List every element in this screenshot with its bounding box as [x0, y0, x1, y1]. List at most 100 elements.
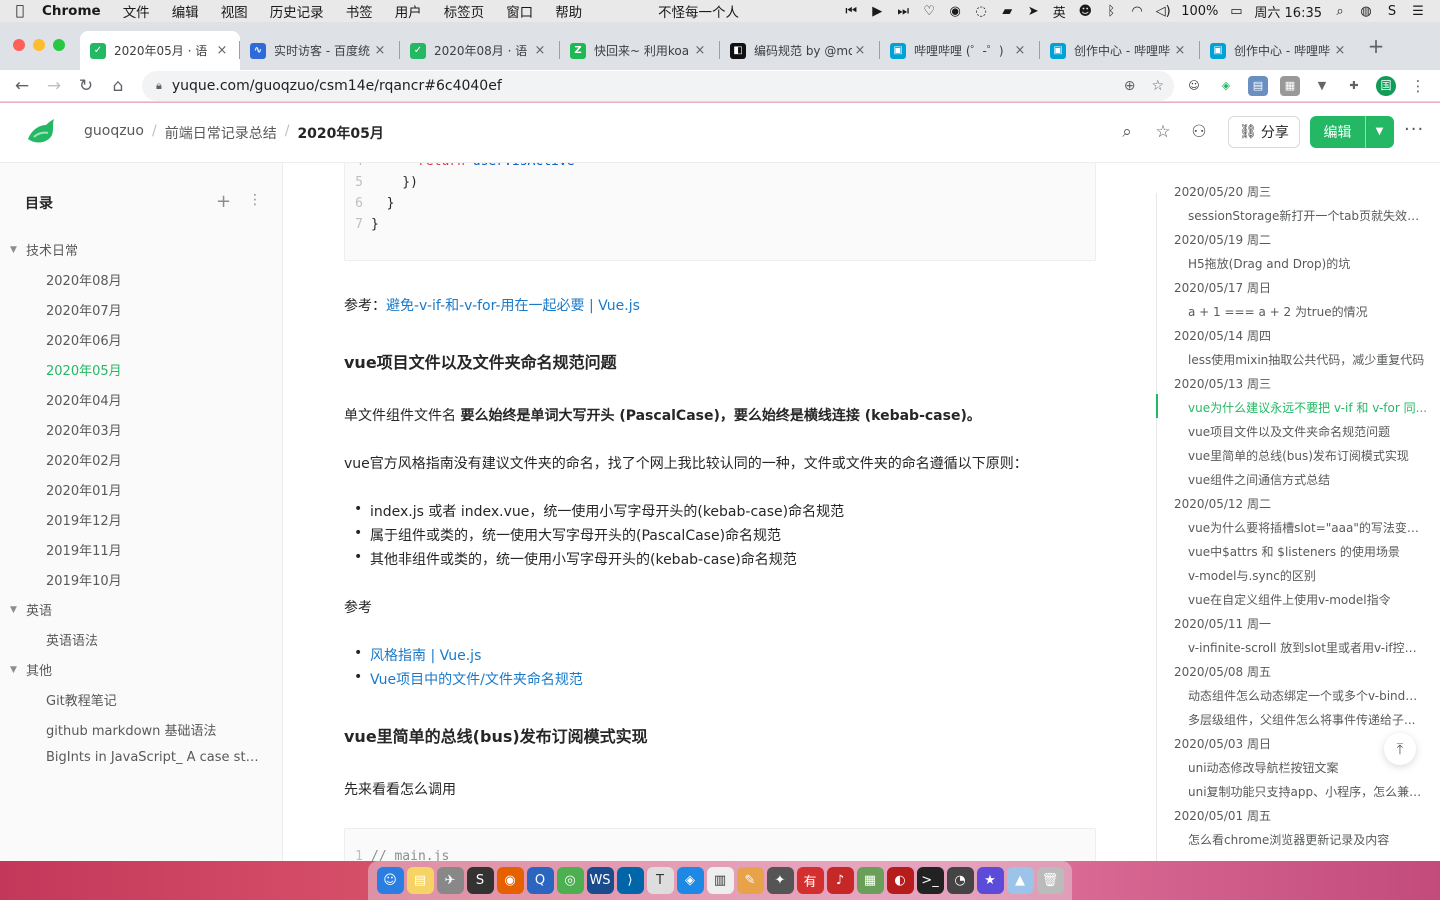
trash-icon[interactable]: 🗑︎ [1036, 867, 1064, 894]
minimize-window-button[interactable] [33, 39, 45, 51]
outline-item[interactable]: v-model与.sync的区别 [1188, 567, 1428, 584]
catalog-item[interactable]: github markdown 基础语法 [46, 720, 266, 739]
naming-guide-link[interactable]: Vue项目中的文件/文件夹命名规范 [370, 669, 583, 689]
vscode-icon[interactable]: ⟩ [616, 867, 644, 894]
menu-view[interactable]: 视图 [210, 1, 259, 21]
catalog-item[interactable]: 2020年05月 [46, 360, 266, 379]
keynote-icon[interactable]: ▲ [1006, 867, 1034, 894]
outline-item[interactable]: 动态组件怎么动态绑定一个或多个v-bind属... [1188, 687, 1428, 704]
outline-item[interactable]: 多层级组件，父组件怎么将事件传递给子... [1188, 711, 1428, 728]
preview-icon[interactable]: ▥ [706, 867, 734, 894]
outline-item[interactable]: vue组件之间通信方式总结 [1188, 471, 1428, 488]
apple-icon[interactable]:  [0, 3, 40, 19]
caret-down-icon[interactable]: ▼ [10, 605, 20, 615]
quicktime-icon[interactable]: Q [526, 867, 554, 894]
browser-tab[interactable]: ▣ 创作中心 - 哔哩哔 × [1200, 31, 1358, 70]
menu-help[interactable]: 帮助 [544, 1, 593, 21]
close-tab-icon[interactable]: × [372, 43, 388, 58]
menu-edit[interactable]: 编辑 [161, 1, 210, 21]
star-icon[interactable]: ☆ [1152, 121, 1174, 143]
sketch-pen-icon[interactable]: ✎ [736, 867, 764, 894]
catalog-group[interactable]: ▼ 英语 [10, 600, 52, 619]
outline-item[interactable]: H5拖放(Drag and Drop)的坑 [1188, 255, 1428, 272]
lock-icon[interactable]: 🔒︎ [156, 79, 162, 93]
loader-icon[interactable]: ◌ [973, 4, 989, 19]
catalog-item[interactable]: 2020年07月 [46, 300, 266, 319]
catalog-item[interactable]: 2020年03月 [46, 420, 266, 439]
code-block[interactable]: 1 // main.js [344, 828, 1096, 861]
browser-tab[interactable]: ✓ 2020年05月 · 语 × [80, 31, 240, 70]
browser-tab[interactable]: Z 快回来~ 利用koa × [560, 31, 718, 70]
profile-avatar[interactable]: 国 [1376, 76, 1396, 96]
outline-item[interactable]: vue里简单的总线(bus)发布订阅模式实现 [1188, 447, 1428, 464]
reload-icon[interactable]: ↻ [74, 74, 98, 98]
add-icon[interactable]: ⊕ [1124, 78, 1136, 94]
launchpad-icon[interactable]: ✈ [436, 867, 464, 894]
close-tab-icon[interactable]: × [852, 43, 868, 58]
close-tab-icon[interactable]: × [1332, 43, 1348, 58]
input-method-icon[interactable]: 英 [1051, 2, 1067, 21]
sublime-icon[interactable]: S [466, 867, 494, 894]
battery-icon[interactable]: ▭ [1228, 4, 1244, 19]
code-block[interactable]: 4 return user.isActive5 })6 }7} [344, 163, 1096, 261]
menu-bookmarks[interactable]: 书签 [335, 1, 384, 21]
outline-item[interactable]: 怎么看chrome浏览器更新记录及内容 [1188, 831, 1428, 848]
browser-tab[interactable]: ▣ 创作中心 - 哔哩哔 × [1040, 31, 1198, 70]
firefox-icon[interactable]: ◉ [496, 867, 524, 894]
catalog-item[interactable]: BigInts in JavaScript_ A case study i... [46, 750, 266, 765]
music-app-icon[interactable]: ◉ [947, 4, 963, 19]
edit-button[interactable]: 编辑 ▼ [1310, 116, 1394, 148]
catalog-item[interactable]: 2019年10月 [46, 570, 266, 589]
catalog-group[interactable]: ▼ 技术日常 [10, 240, 78, 259]
outline-item[interactable]: vue为什么建议永远不要把 v-if 和 v-for 同... [1188, 399, 1428, 416]
catalog-item[interactable]: 英语语法 [46, 630, 266, 649]
menu-user[interactable]: 用户 [384, 1, 433, 21]
address-bar[interactable]: 🔒︎ yuque.com/guoqzuo/csm14e/rqancr#6c404… [142, 71, 1174, 101]
extension-cat-icon[interactable]: ☺ [1184, 76, 1204, 96]
browser-tab[interactable]: ∿ 实时访客 - 百度统 × [240, 31, 398, 70]
more-vertical-icon[interactable]: ⋮ [248, 192, 262, 208]
netease-music-icon[interactable]: ♪ [826, 867, 854, 894]
close-tab-icon[interactable]: × [214, 43, 230, 58]
browser-tab[interactable]: ◧ 编码规范 by @mo × [720, 31, 878, 70]
catalog-item[interactable]: Git教程笔记 [46, 690, 266, 709]
volume-icon[interactable]: ◁) [1155, 4, 1171, 19]
menubar-clock[interactable]: 周六 16:35 [1254, 2, 1322, 21]
outline-item[interactable]: vue在自定义组件上使用v-model指令 [1188, 591, 1428, 608]
reference-link[interactable]: 避免-v-if-和-v-for-用在一起必要 | Vue.js [386, 298, 640, 314]
spotlight-icon[interactable]: ⌕ [1332, 4, 1348, 19]
webstorm-icon[interactable]: WS [586, 867, 614, 894]
extension-yuque-icon[interactable]: ◈ [1216, 76, 1236, 96]
catalog-item[interactable]: 2020年04月 [46, 390, 266, 409]
finder-icon[interactable]: ☺ [376, 867, 404, 894]
yuque-logo-icon[interactable] [24, 115, 58, 149]
chrome-menu-icon[interactable]: ⋮ [1408, 76, 1428, 96]
zoom-window-button[interactable] [53, 39, 65, 51]
next-track-icon[interactable]: ⏭ [895, 4, 911, 19]
chevron-down-icon[interactable]: ▼ [1365, 116, 1393, 148]
youdao-icon[interactable]: 有 [796, 867, 824, 894]
share-button[interactable]: ⛓ 分享 [1228, 116, 1300, 148]
qq-icon[interactable]: ☻ [1077, 4, 1093, 19]
catalog-item[interactable]: 2020年01月 [46, 480, 266, 499]
send-icon[interactable]: ➤ [1025, 4, 1041, 19]
add-icon[interactable]: + [216, 191, 231, 212]
outline-item[interactable]: a + 1 === a + 2 为true的情况 [1188, 303, 1428, 320]
safari-icon[interactable]: ◈ [676, 867, 704, 894]
heart-icon[interactable]: ♡ [921, 4, 937, 19]
wifi-icon[interactable]: ◠ [1129, 4, 1145, 19]
more-icon[interactable]: ··· [1404, 119, 1424, 140]
app-s-icon[interactable]: S [1384, 4, 1400, 19]
terminal-icon[interactable]: >_ [916, 867, 944, 894]
minesweeper-icon[interactable]: ▦ [856, 867, 884, 894]
catalog-item[interactable]: 2020年08月 [46, 270, 266, 289]
menu-file[interactable]: 文件 [112, 1, 161, 21]
gimp-icon[interactable]: ✦ [766, 867, 794, 894]
catalog-item[interactable]: 2020年02月 [46, 450, 266, 469]
outline-item[interactable]: uni复制功能只支持app、小程序，怎么兼容... [1188, 783, 1428, 800]
extension-grey-icon[interactable]: ▦ [1280, 76, 1300, 96]
catalog-item[interactable]: 2020年06月 [46, 330, 266, 349]
extensions-puzzle-icon[interactable]: ✚ [1344, 76, 1364, 96]
home-icon[interactable]: ⌂ [106, 74, 130, 98]
close-tab-icon[interactable]: × [1172, 43, 1188, 58]
